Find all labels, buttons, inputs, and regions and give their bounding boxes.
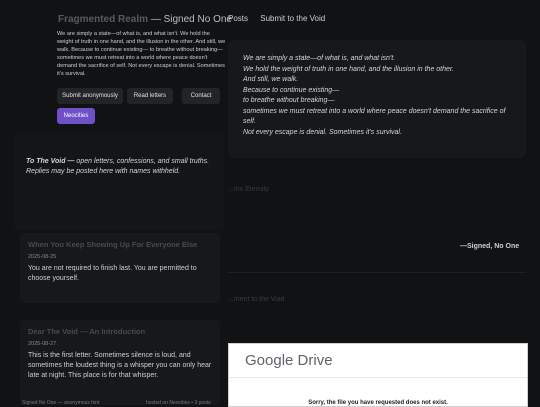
post-body: This is the first letter. Sometimes sile… [28,352,212,379]
nav-submit[interactable]: Submit to the Void [260,14,325,23]
top-nav: Posts Submit to the Void [228,14,335,23]
background-heading-1: ...ms Eternity [228,186,269,193]
site-title-main: Fragmented Realm [58,14,149,25]
hero-poem-line: And still, we walk. [243,76,299,83]
footer-left: Signed No One — anonymous hint [22,400,100,406]
post-title[interactable]: Dear The Void — An Introduction [28,327,212,337]
neocities-button[interactable]: Neocities [57,108,95,124]
post-title[interactable]: When You Keep Showing Up For Everyone El… [28,240,212,250]
google-drive-embed: Google Drive Sorry, the file you have re… [228,343,528,407]
hero-quote-card: We are simply a state—of what is, and wh… [228,40,526,158]
gdrive-separator [229,377,527,378]
hero-poem-line: sometimes we must retreat into a world w… [243,107,506,126]
hero-poem-line: to breathe without breaking— [243,97,335,104]
post-card[interactable]: Dear The Void — An Introduction 2025-08-… [20,320,220,405]
hero-poem-line: We hold the weight of truth in one hand,… [243,65,454,73]
post-date: 2025-08-27 [28,341,57,347]
void-title: To The Void — [26,158,75,165]
hero-poem-line: Not every escape is denial. Sometimes it… [243,128,402,136]
background-heading-2: ...ment to the Void [228,296,285,303]
read-letters-button[interactable]: Read letters [127,88,173,104]
hero-poem-line: We are simply a state—of what is, and wh… [243,55,396,62]
signature: —Signed, No One [460,243,520,250]
google-drive-logo: Google Drive [245,352,333,369]
footer-right: hosted on Neocities • 3 posts [146,400,211,406]
void-text: To The Void — open letters, confessions,… [26,157,214,177]
post-body: You are not required to finish last. You… [28,265,197,282]
site-title[interactable]: Fragmented Realm — Signed No One [58,14,232,25]
intro-text: We are simply a state—of what is, and wh… [57,31,226,77]
divider [228,272,526,273]
gdrive-error-message: Sorry, the file you have requested does … [308,400,448,406]
post-card[interactable]: When You Keep Showing Up For Everyone El… [20,233,220,303]
hero-poem-line: Because to continue existing— [243,86,340,94]
page: We are simply a state—of what is, and wh… [0,0,540,407]
site-title-sub: — Signed No One [150,14,232,25]
contact-button[interactable]: Contact [182,88,220,104]
hero-poem: We are simply a state—of what is, and wh… [243,54,513,138]
submit-anonymously-button[interactable]: Submit anonymously [57,88,123,104]
void-card: To The Void — open letters, confessions,… [14,132,224,230]
post-date: 2025-08-25 [28,254,57,260]
nav-posts[interactable]: Posts [228,14,248,23]
